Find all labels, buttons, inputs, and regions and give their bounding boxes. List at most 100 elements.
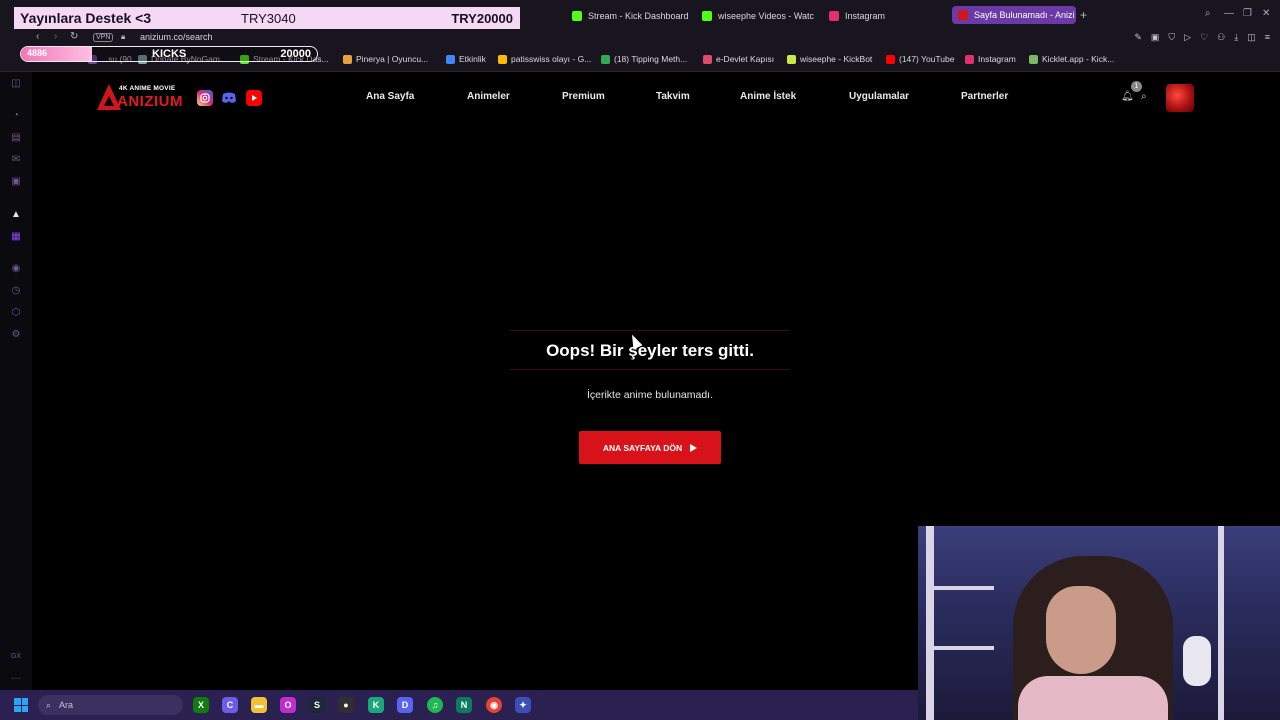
bookmark-item[interactable]: Kicklet.app - Kick... — [1029, 54, 1114, 64]
play-arrow-icon — [690, 443, 698, 452]
discord-app-icon[interactable]: D — [397, 697, 413, 713]
tab-anizium-active[interactable]: Sayfa Bulunamadı - Anizi — [952, 6, 1076, 24]
twitch-icon[interactable]: ▦ — [10, 230, 22, 242]
nav-animeler[interactable]: Animeler — [467, 91, 510, 102]
gx-corner-icon[interactable]: ◫ — [10, 77, 22, 89]
gx-logo-icon[interactable]: GX — [10, 650, 22, 662]
tab-title: Sayfa Bulunamadı - Anizi — [974, 10, 1075, 20]
twitch-sidebar-icon[interactable]: ▤ — [10, 131, 22, 143]
taskbar-search[interactable]: ⌕ Ara — [38, 695, 183, 715]
bookmark-favicon-icon — [446, 54, 455, 64]
xbox-icon[interactable]: X — [193, 697, 209, 713]
shield-icon[interactable]: ⛉ — [1168, 32, 1175, 43]
spotify-icon[interactable]: ♫ — [427, 697, 443, 713]
anizium-sidebar-icon[interactable]: ▲ — [10, 208, 22, 220]
bookmark-favicon-icon — [787, 54, 796, 64]
search-tabs-icon[interactable]: ⌕ — [1205, 8, 1211, 19]
instagram-favicon-icon — [829, 10, 839, 21]
heart-icon[interactable]: ♡ — [1200, 32, 1208, 43]
player-icon[interactable]: ◉ — [10, 262, 22, 274]
pin-icon[interactable]: ✎ — [1134, 32, 1142, 43]
bookmark-favicon-icon — [703, 54, 712, 64]
bookmark-item[interactable]: patisswiss olayı - G... — [498, 54, 591, 64]
play-icon[interactable]: ▷ — [1184, 32, 1191, 43]
reload-icon[interactable]: ↻ — [70, 31, 78, 42]
minimize-icon[interactable]: — — [1224, 8, 1234, 19]
notification-bell-icon[interactable]: 🔔︎ — [1121, 91, 1134, 102]
chrome-icon[interactable]: ◉ — [486, 697, 502, 713]
tab-kick-dashboard[interactable]: Stream - Kick Dashboard — [572, 7, 692, 24]
webcam-overlay — [918, 526, 1280, 720]
logo-name: ANIZIUM — [117, 93, 183, 110]
instagram-icon[interactable] — [197, 90, 213, 106]
obs-icon[interactable]: ● — [338, 697, 354, 713]
bookmark-item[interactable]: wiseephe - KickBot — [787, 54, 872, 64]
nav-takvim[interactable]: Takvim — [656, 91, 690, 102]
site-logo[interactable]: 4K ANIME MOVIE ANIZIUM — [97, 83, 183, 113]
more-icon[interactable]: … — [10, 670, 22, 682]
news-icon[interactable]: ▣ — [10, 175, 22, 187]
discord-icon[interactable] — [221, 90, 237, 106]
back-icon[interactable]: ‹ — [36, 31, 39, 42]
youtube-icon[interactable] — [246, 90, 262, 106]
search-icon[interactable]: ⌕ — [1141, 91, 1147, 102]
nav-partnerler[interactable]: Partnerler — [961, 91, 1008, 102]
kick-studio-icon[interactable]: K — [368, 697, 384, 713]
donation-goal: TRY20000 — [451, 10, 513, 26]
back-to-home-button[interactable]: ANA SAYFAYA DÖN — [579, 431, 721, 464]
bookmark-favicon-icon — [965, 54, 974, 64]
bookmark-item[interactable]: Instagram — [965, 54, 1016, 64]
tab-instagram[interactable]: Instagram — [829, 7, 919, 24]
kicks-label: KICKS — [152, 48, 187, 60]
bookmark-favicon-icon — [343, 54, 352, 64]
streamer-body — [1018, 676, 1168, 720]
bookmark-item[interactable]: e-Devlet Kapısı — [703, 54, 774, 64]
anizium-favicon-icon — [958, 10, 968, 20]
nav-premium[interactable]: Premium — [562, 91, 605, 102]
account-icon[interactable]: ⚇ — [1217, 32, 1225, 43]
snapshot-icon[interactable]: ▣ — [1151, 32, 1160, 43]
address-bar: ‹ › ↻ VPN 🔒︎ anizium.co/search ✎ ▣ ⛉ ▷ ♡… — [0, 30, 1280, 46]
error-title-block: Oops! Bir şeyler ters gitti. — [510, 330, 790, 370]
menu-icon[interactable]: ≡ — [1265, 32, 1270, 43]
settings-icon[interactable]: ⚙ — [10, 328, 22, 340]
file-explorer-icon[interactable]: ▬ — [251, 697, 267, 713]
bookmark-favicon-icon — [886, 54, 895, 64]
nav-anime-istek[interactable]: Anime İstek — [740, 91, 796, 102]
windows-start-icon[interactable] — [14, 698, 28, 712]
kicks-goal-overlay: 4886 KICKS 20000 — [20, 46, 318, 62]
microphone — [1183, 636, 1211, 686]
gx-control-icon[interactable]: ◔ — [10, 109, 22, 121]
messenger-icon[interactable]: ✉ — [10, 153, 22, 165]
tab-title: Stream - Kick Dashboard — [588, 10, 689, 21]
history-icon[interactable]: ◷ — [10, 284, 22, 296]
vpn-badge[interactable]: VPN — [93, 33, 114, 42]
download-icon[interactable]: ⤓ — [1234, 32, 1238, 43]
copilot-icon[interactable]: C — [222, 697, 238, 713]
opera-gx-icon[interactable]: O — [280, 697, 296, 713]
bookmark-item[interactable]: (18) Tipping Meth... — [601, 54, 687, 64]
bookmark-item[interactable]: Pinerya | Oyuncu... — [343, 54, 428, 64]
kicks-count: 4886 — [27, 48, 48, 58]
url-field[interactable]: anizium.co/search — [140, 32, 213, 42]
tab-wiseephe-videos[interactable]: wiseephe Videos - Watch — [702, 7, 814, 24]
error-message: İçerikte anime bulunamadı. — [586, 389, 714, 401]
camera-icon[interactable]: ◫ — [1247, 32, 1256, 43]
extensions-icon[interactable]: ⬡ — [10, 306, 22, 318]
close-icon[interactable]: ✕ — [1262, 8, 1270, 19]
taskbar: ⌕ Ara X C ▬ O S ● K D ♫ N ◉ ✦ — [0, 690, 918, 720]
bookmark-item[interactable]: (147) YouTube — [886, 54, 954, 64]
lock-icon: 🔒︎ — [121, 32, 126, 41]
new-tab-button[interactable]: + — [1080, 8, 1087, 22]
nav-uygulamalar[interactable]: Uygulamalar — [849, 91, 909, 102]
search-icon: ⌕ — [46, 699, 52, 710]
notes-icon[interactable]: N — [456, 697, 472, 713]
error-title: Oops! Bir şeyler ters gitti. — [546, 341, 754, 360]
steam-icon[interactable]: S — [309, 697, 325, 713]
maximize-icon[interactable]: ❐ — [1243, 8, 1252, 19]
nav-ana-sayfa[interactable]: Ana Sayfa — [366, 91, 414, 102]
forward-icon[interactable]: › — [54, 31, 57, 42]
avatar[interactable] — [1166, 84, 1194, 112]
bookmark-item[interactable]: Etkinlik — [446, 54, 486, 64]
settings-app-icon[interactable]: ✦ — [515, 697, 531, 713]
